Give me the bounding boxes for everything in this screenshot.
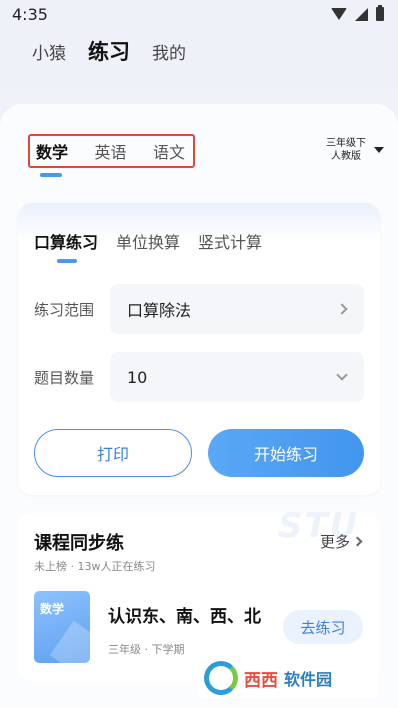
mode-tab-mental-math[interactable]: 口算练习 [34,229,98,253]
site-watermark: 西西 软件园 [198,658,378,698]
grade-selector[interactable]: 三年级下 人教版 [326,137,384,163]
subject-active-indicator [40,173,62,177]
subject-tab-english[interactable]: 英语 [94,139,126,163]
chevron-down-icon [336,369,348,381]
mode-tab-unit-conversion[interactable]: 单位换算 [116,229,180,253]
cover-decoration [49,620,90,663]
top-tab-practice[interactable]: 练习 [88,36,130,66]
textbook-edition: 人教版 [331,151,361,162]
mode-tabs: 口算练习 单位换算 竖式计算 [34,229,262,253]
cover-label: 数学 [40,602,65,616]
watermark-name-a: 西西 [244,670,278,691]
range-label: 练习范围 [34,301,95,319]
top-tab-xiaoyuan[interactable]: 小猿 [32,39,66,64]
lesson-cover[interactable]: 数学 [34,591,90,663]
count-label: 题目数量 [34,369,95,387]
chevron-right-icon [352,536,363,547]
signal-icon [355,7,368,21]
go-practice-button[interactable]: 去练习 [283,610,363,644]
count-select[interactable]: 10 [110,352,364,402]
caret-down-icon [374,147,384,153]
site-logo-icon [204,661,238,695]
status-time: 4:35 [12,4,48,24]
top-tab-mine[interactable]: 我的 [152,39,186,64]
more-link[interactable]: 更多 [320,531,363,552]
subject-tab-math[interactable]: 数学 [36,139,68,163]
wifi-icon [331,8,347,20]
sync-course-subtitle: 未上榜 · 13w人正在练习 [34,560,156,573]
print-button[interactable]: 打印 [34,429,192,477]
mode-tab-vertical-calc[interactable]: 竖式计算 [198,229,262,253]
chevron-right-icon [336,303,348,315]
start-practice-button[interactable]: 开始练习 [208,429,364,477]
sync-course-title: 课程同步练 [34,533,124,554]
battery-icon [376,5,384,21]
lesson-title[interactable]: 认识东、南、西、北 [108,602,261,627]
subject-tab-chinese[interactable]: 语文 [153,139,185,163]
more-label: 更多 [320,533,351,551]
status-icons [331,5,384,21]
mode-active-indicator [57,259,77,263]
status-bar: 4:35 [0,0,398,28]
watermark-name-b: 软件园 [284,670,333,689]
subject-tabs: 数学 英语 语文 [28,134,195,168]
grade-level: 三年级下 [326,138,366,149]
range-value: 口算除法 [127,301,192,320]
top-nav: 小猿 练习 我的 [32,36,186,66]
lesson-meta: 三年级 · 下学期 [108,643,185,656]
count-value: 10 [127,367,148,387]
range-select[interactable]: 口算除法 [110,284,364,334]
grade-text: 三年级下 人教版 [326,137,366,163]
